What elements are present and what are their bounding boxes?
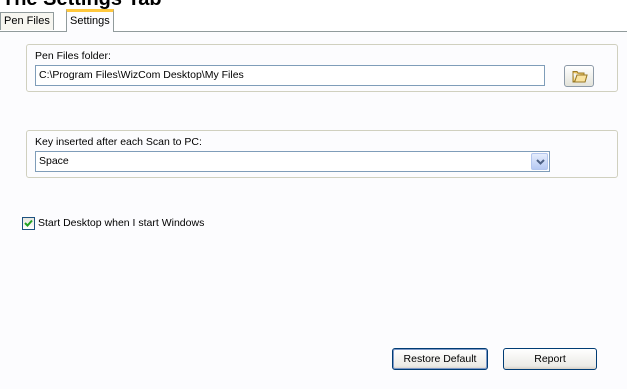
- scan-key-group: Key inserted after each Scan to PC: Spac…: [26, 130, 618, 178]
- start-with-windows-checkbox[interactable]: [22, 217, 35, 230]
- pen-files-folder-group: Pen Files folder: C:\Program Files\WizCo…: [26, 44, 618, 92]
- tab-settings[interactable]: Settings: [66, 9, 114, 32]
- start-with-windows-label: Start Desktop when I start Windows: [38, 217, 205, 229]
- report-button[interactable]: Report: [503, 348, 597, 370]
- folder-open-icon: [572, 71, 588, 83]
- tab-strip: Pen Files Settings: [0, 8, 627, 32]
- settings-panel: Pen Files folder: C:\Program Files\WizCo…: [0, 31, 627, 389]
- checkmark-icon: [24, 219, 33, 227]
- pen-files-folder-field[interactable]: C:\Program Files\WizCom Desktop\My Files: [35, 65, 545, 86]
- scan-key-selected-value: Space: [39, 155, 69, 167]
- restore-default-button[interactable]: Restore Default: [392, 348, 488, 370]
- chevron-down-icon: [536, 159, 545, 165]
- scan-key-select[interactable]: Space: [35, 151, 550, 172]
- browse-folder-button[interactable]: [564, 65, 594, 87]
- dropdown-button[interactable]: [531, 153, 548, 170]
- scan-key-label: Key inserted after each Scan to PC:: [35, 136, 202, 148]
- tab-pen-files[interactable]: Pen Files: [0, 12, 54, 30]
- pen-files-folder-label: Pen Files folder:: [35, 50, 111, 62]
